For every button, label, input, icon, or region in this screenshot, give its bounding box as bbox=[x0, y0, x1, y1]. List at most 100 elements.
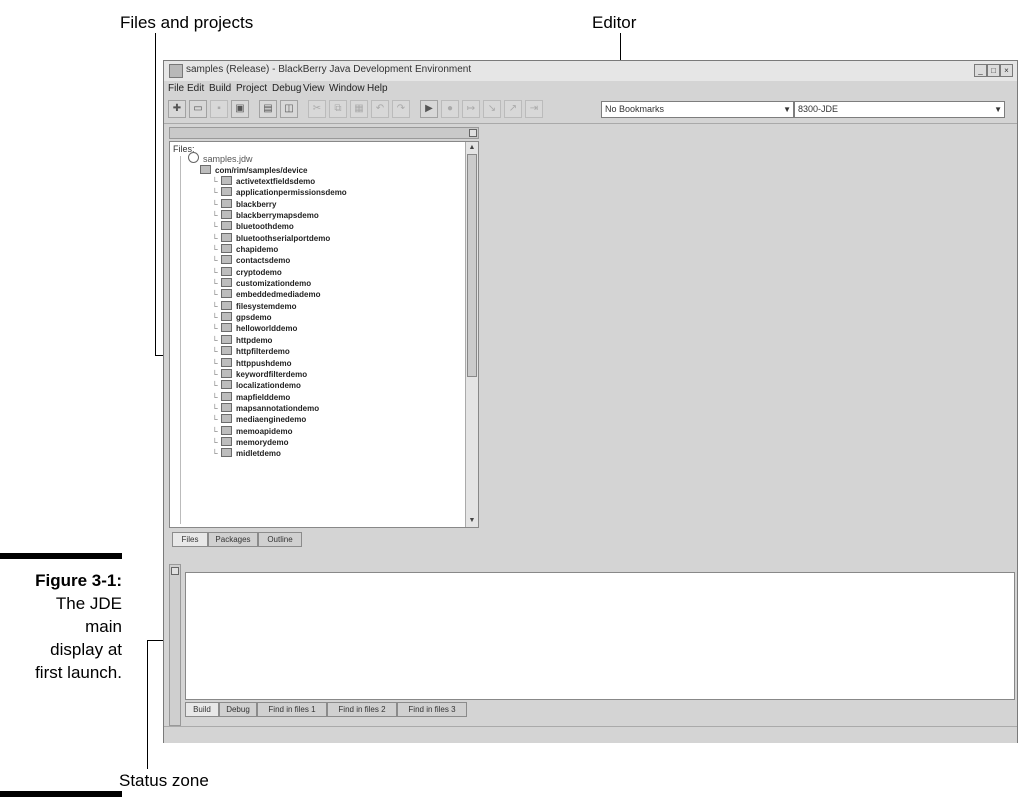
tab-find-in-files-1[interactable]: Find in files 1 bbox=[257, 702, 327, 717]
scrollbar-thumb[interactable] bbox=[467, 154, 477, 377]
tree-expander-icon[interactable]: └ bbox=[212, 301, 221, 312]
output-pane-gutter[interactable] bbox=[169, 564, 181, 726]
tree-item[interactable]: └ embeddedmediademo bbox=[212, 289, 347, 300]
menu-build[interactable]: Build bbox=[209, 83, 231, 94]
tree-item[interactable]: └ httppushdemo bbox=[212, 357, 347, 369]
close-icon[interactable] bbox=[469, 129, 477, 137]
step-over-icon[interactable]: ↦ bbox=[462, 100, 480, 118]
tree-item[interactable]: └ contactsdemo bbox=[212, 255, 347, 266]
cut-icon[interactable]: ✂ bbox=[308, 100, 326, 118]
tree-package[interactable]: com/rim/samples/device bbox=[200, 165, 308, 175]
print-preview-icon[interactable]: ◫ bbox=[280, 100, 298, 118]
tree-item[interactable]: └ blackberrymapsdemo bbox=[212, 210, 347, 221]
step-into-icon[interactable]: ↘ bbox=[483, 100, 501, 118]
menu-project[interactable]: Project bbox=[236, 83, 267, 94]
tree-expander-icon[interactable]: └ bbox=[212, 210, 221, 221]
file-tree[interactable]: Files: samples.jdw com/rim/samples/devic… bbox=[169, 141, 479, 528]
tree-item[interactable]: └ cryptodemo bbox=[212, 266, 347, 278]
tree-expander-icon[interactable]: └ bbox=[212, 267, 221, 278]
tree-item[interactable]: └ memoapidemo bbox=[212, 425, 347, 437]
save-all-icon[interactable]: ▣ bbox=[231, 100, 249, 118]
bookmarks-dropdown[interactable]: No Bookmarks ▼ bbox=[601, 101, 794, 118]
tree-expander-icon[interactable]: └ bbox=[212, 358, 221, 369]
tree-expander-icon[interactable]: └ bbox=[212, 369, 221, 380]
close-icon[interactable] bbox=[171, 567, 179, 575]
menu-window[interactable]: Window bbox=[329, 83, 365, 94]
print-icon[interactable]: ▤ bbox=[259, 100, 277, 118]
tree-item[interactable]: └ filesystemdemo bbox=[212, 300, 347, 312]
new-icon[interactable]: ✚ bbox=[168, 100, 186, 118]
undo-icon[interactable]: ↶ bbox=[371, 100, 389, 118]
tree-expander-icon[interactable]: └ bbox=[212, 437, 221, 448]
tab-files[interactable]: Files bbox=[172, 532, 208, 547]
tree-expander-icon[interactable]: └ bbox=[212, 199, 221, 210]
tree-item[interactable]: └ bluetoothdemo bbox=[212, 221, 347, 232]
tree-item[interactable]: └ gpsdemo bbox=[212, 312, 347, 323]
tree-item[interactable]: └ memorydemo bbox=[212, 436, 347, 448]
title-bar[interactable]: samples (Release) - BlackBerry Java Deve… bbox=[164, 61, 1017, 82]
tree-expander-icon[interactable]: └ bbox=[212, 426, 221, 437]
tree-expander-icon[interactable]: └ bbox=[212, 233, 221, 244]
tab-debug[interactable]: Debug bbox=[219, 702, 257, 717]
menu-view[interactable]: View bbox=[303, 83, 325, 94]
tree-expander-icon[interactable]: └ bbox=[212, 289, 221, 300]
editor-area[interactable] bbox=[482, 127, 1015, 555]
tree-item[interactable]: └ customizationdemo bbox=[212, 278, 347, 289]
pane-header[interactable] bbox=[169, 127, 479, 139]
tree-expander-icon[interactable]: └ bbox=[212, 380, 221, 391]
tab-packages[interactable]: Packages bbox=[208, 532, 258, 547]
paste-icon[interactable]: ▦ bbox=[350, 100, 368, 118]
tree-item[interactable]: └ chapidemo bbox=[212, 244, 347, 255]
tree-expander-icon[interactable]: └ bbox=[212, 187, 221, 198]
tree-item[interactable]: └ localizationdemo bbox=[212, 380, 347, 391]
step-out-icon[interactable]: ↗ bbox=[504, 100, 522, 118]
tree-item[interactable]: └ activetextfieldsdemo bbox=[212, 176, 347, 187]
tree-expander-icon[interactable]: └ bbox=[212, 221, 221, 232]
tree-expander-icon[interactable]: └ bbox=[212, 255, 221, 266]
tree-expander-icon[interactable]: └ bbox=[212, 414, 221, 425]
copy-icon[interactable]: ⧉ bbox=[329, 100, 347, 118]
tree-expander-icon[interactable]: └ bbox=[212, 403, 221, 414]
tree-item[interactable]: └ bluetoothserialportdemo bbox=[212, 232, 347, 244]
tab-build[interactable]: Build bbox=[185, 702, 219, 717]
tree-expander-icon[interactable]: └ bbox=[212, 244, 221, 255]
tab-find-in-files-3[interactable]: Find in files 3 bbox=[397, 702, 467, 717]
tree-item[interactable]: └ mapfielddemo bbox=[212, 391, 347, 403]
close-icon[interactable]: × bbox=[1000, 64, 1013, 77]
tree-item[interactable]: └ applicationpermissionsdemo bbox=[212, 187, 347, 198]
tree-item[interactable]: └ keywordfilterdemo bbox=[212, 368, 347, 380]
maximize-icon[interactable]: □ bbox=[987, 64, 1000, 77]
tree-item[interactable]: └ mapsannotationdemo bbox=[212, 402, 347, 414]
scroll-up-icon[interactable]: ▲ bbox=[467, 143, 477, 153]
run-to-cursor-icon[interactable]: ⇥ bbox=[525, 100, 543, 118]
device-dropdown[interactable]: 8300-JDE ▼ bbox=[794, 101, 1005, 118]
tree-expander-icon[interactable]: └ bbox=[212, 323, 221, 334]
menu-edit[interactable]: Edit bbox=[187, 83, 204, 94]
tree-expander-icon[interactable]: └ bbox=[212, 335, 221, 346]
vertical-scrollbar[interactable]: ▲ ▼ bbox=[465, 142, 478, 527]
menu-debug[interactable]: Debug bbox=[272, 83, 301, 94]
tree-item[interactable]: └ httpfilterdemo bbox=[212, 346, 347, 357]
tree-expander-icon[interactable]: └ bbox=[212, 278, 221, 289]
menu-file[interactable]: File bbox=[168, 83, 184, 94]
tree-item[interactable]: └ midletdemo bbox=[212, 448, 347, 459]
scroll-down-icon[interactable]: ▼ bbox=[467, 516, 477, 526]
stop-icon[interactable]: ● bbox=[441, 100, 459, 118]
tree-expander-icon[interactable]: └ bbox=[212, 312, 221, 323]
menu-help[interactable]: Help bbox=[367, 83, 388, 94]
tab-outline[interactable]: Outline bbox=[258, 532, 302, 547]
tree-expander-icon[interactable]: └ bbox=[212, 392, 221, 403]
build-icon[interactable]: ▶ bbox=[420, 100, 438, 118]
tree-item[interactable]: └ blackberry bbox=[212, 198, 347, 210]
tree-item[interactable]: └ httpdemo bbox=[212, 334, 347, 346]
redo-icon[interactable]: ↷ bbox=[392, 100, 410, 118]
tree-expander-icon[interactable]: └ bbox=[212, 176, 221, 187]
output-text-area[interactable] bbox=[185, 572, 1015, 700]
tree-root-workspace[interactable]: samples.jdw bbox=[188, 152, 253, 164]
tree-expander-icon[interactable]: └ bbox=[212, 448, 221, 459]
tab-find-in-files-2[interactable]: Find in files 2 bbox=[327, 702, 397, 717]
open-icon[interactable]: ▭ bbox=[189, 100, 207, 118]
save-icon[interactable]: ▪ bbox=[210, 100, 228, 118]
tree-item[interactable]: └ mediaenginedemo bbox=[212, 414, 347, 425]
tree-expander-icon[interactable]: └ bbox=[212, 346, 221, 357]
